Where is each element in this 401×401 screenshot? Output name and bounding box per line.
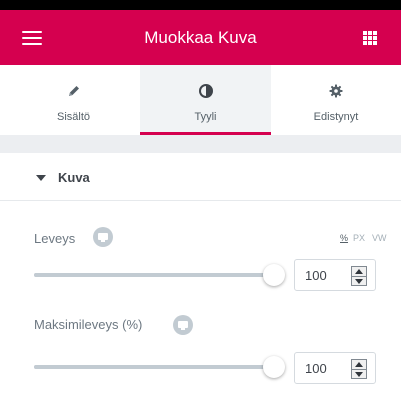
- tab-label: Tyyli: [194, 111, 217, 123]
- unit-percent[interactable]: %: [340, 233, 348, 243]
- unit-vw[interactable]: VW: [372, 233, 387, 243]
- panel-title: Muokkaa Kuva: [144, 28, 257, 47]
- width-label: Leveys: [34, 231, 76, 246]
- section-separator: [0, 135, 401, 153]
- pencil-icon: [7, 84, 140, 98]
- unit-px[interactable]: PX: [353, 233, 365, 243]
- panel-header: Muokkaa Kuva: [0, 0, 401, 65]
- width-value: 100: [305, 268, 327, 283]
- header-top-edge: [0, 0, 401, 10]
- max-width-number-input[interactable]: 100: [294, 352, 376, 384]
- width-slider-handle[interactable]: [263, 264, 285, 286]
- responsive-desktop-icon[interactable]: [173, 315, 193, 335]
- tab-label: Edistynyt: [313, 111, 359, 123]
- spin-up-icon: [355, 269, 363, 274]
- spin-down-icon: [355, 279, 363, 284]
- section-title: Kuva: [58, 170, 90, 185]
- max-width-label: Maksimileveys (%): [34, 317, 143, 332]
- spin-down-icon: [355, 372, 363, 377]
- section-toggle-kuva[interactable]: Kuva: [0, 153, 401, 201]
- width-spinner[interactable]: [351, 266, 367, 286]
- tab-style[interactable]: Tyyli: [140, 65, 271, 135]
- max-width-spinner[interactable]: [351, 359, 367, 379]
- max-width-slider-handle[interactable]: [263, 356, 285, 378]
- caret-down-icon: [36, 175, 46, 181]
- gear-icon: [271, 84, 401, 98]
- grid-icon[interactable]: [363, 31, 377, 45]
- width-number-input[interactable]: 100: [294, 259, 376, 291]
- tab-advanced[interactable]: Edistynyt: [271, 65, 401, 135]
- max-width-slider-fill: [34, 365, 278, 369]
- max-width-value: 100: [305, 361, 327, 376]
- half-circle-contrast-icon: [140, 84, 271, 98]
- tab-label: Sisältö: [56, 111, 91, 123]
- responsive-desktop-icon[interactable]: [93, 227, 113, 247]
- spin-up-icon: [355, 362, 363, 367]
- tab-content[interactable]: Sisältö: [7, 65, 140, 135]
- tab-bar: Sisältö Tyyli Edistynyt: [0, 65, 401, 135]
- width-slider-fill: [34, 273, 278, 277]
